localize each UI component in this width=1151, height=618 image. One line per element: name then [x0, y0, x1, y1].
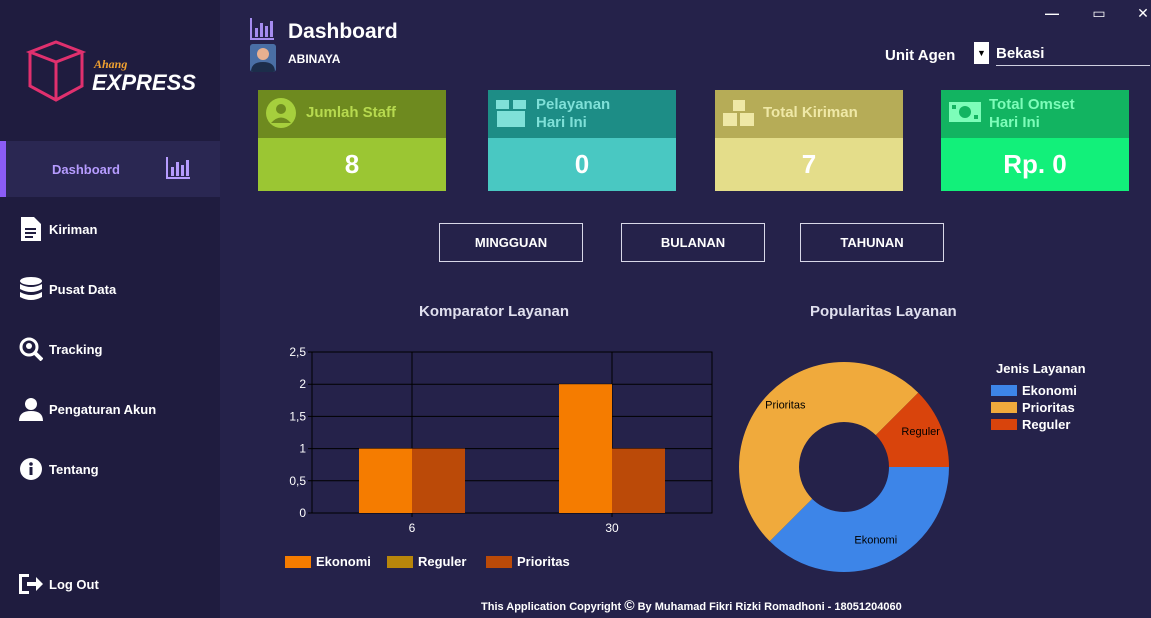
y-tick-label: 1,5 — [289, 409, 306, 423]
pie-slice-label: Reguler — [901, 426, 940, 438]
legend-swatch — [486, 556, 512, 568]
logout-button[interactable]: Log Out — [0, 556, 220, 612]
legend-swatch — [285, 556, 311, 568]
card-title-line1: Pelayanan — [536, 96, 611, 113]
card-title: Pelayanan Hari Ini — [536, 96, 610, 132]
copyright-icon: © — [624, 597, 635, 613]
mingguan-button[interactable]: MINGGUAN — [439, 223, 583, 262]
pie-slice-label: Ekonomi — [854, 535, 897, 547]
close-button[interactable]: ✕ — [1133, 4, 1151, 22]
y-tick-label: 0 — [299, 506, 306, 520]
sidebar-item-tracking[interactable]: Tracking — [0, 321, 220, 377]
info-icon — [18, 456, 44, 482]
pie-legend-label: Prioritas — [1022, 400, 1075, 415]
legend-swatch — [387, 556, 413, 568]
card-value: 0 — [488, 138, 676, 191]
sidebar-item-label: Kiriman — [49, 221, 98, 237]
pie-legend-swatch — [991, 402, 1017, 413]
y-tick-label: 2 — [299, 377, 306, 391]
legend-label: Reguler — [418, 554, 466, 569]
pie-legend-label: Ekonomi — [1022, 383, 1077, 398]
sidebar-item-kiriman[interactable]: Kiriman — [0, 201, 220, 257]
sidebar-item-label: Pengaturan Akun — [49, 401, 157, 417]
database-icon — [18, 276, 44, 302]
footer-copyright: This Application Copyright © By Muhamad … — [481, 597, 902, 613]
sidebar-item-label: Tracking — [49, 341, 103, 357]
footer-text-after: By Muhamad Fikri Rizki Romadhoni - 18051… — [634, 601, 902, 613]
sidebar-item-pengaturan-akun[interactable]: Pengaturan Akun — [0, 381, 220, 437]
box-icon — [496, 100, 526, 127]
page-title: Dashboard — [288, 20, 398, 43]
sidebar-item-dashboard[interactable]: Dashboard — [0, 141, 220, 197]
bulanan-button[interactable]: BULANAN — [621, 223, 765, 262]
logout-icon — [18, 571, 44, 597]
pie-legend-label: Reguler — [1022, 417, 1070, 432]
card-value: Rp. 0 — [941, 138, 1129, 191]
user-icon — [18, 396, 44, 422]
card-jumlah-staff: Jumlah Staff 8 — [258, 90, 446, 191]
legend-label: Prioritas — [517, 554, 570, 569]
express-logo: Ahang EXPRESS — [25, 40, 196, 102]
sidebar-item-label: Tentang — [49, 461, 99, 477]
bar-chart-title: Komparator Layanan — [419, 303, 570, 320]
card-total-omset: Total Omset Hari Ini Rp. 0 — [941, 90, 1129, 191]
sidebar-item-label: Pusat Data — [49, 281, 117, 297]
card-value: 8 — [258, 138, 446, 191]
unit-dropdown-button[interactable]: ▼ — [974, 42, 989, 64]
user-circle-icon — [266, 98, 296, 128]
y-tick-label: 0,5 — [289, 474, 306, 488]
pie-chart: Ekonomi Prioritas Reguler Jenis Layanan Ekon… — [739, 361, 1086, 572]
location-search-icon — [18, 336, 44, 362]
pie-chart-title: Popularitas Layanan — [810, 303, 957, 320]
unit-agen-select[interactable]: Bekasi — [996, 45, 1150, 66]
chevron-down-icon: ▼ — [977, 48, 986, 58]
dashboard-chart-icon — [250, 18, 274, 40]
tahunan-button[interactable]: TAHUNAN — [800, 223, 944, 262]
brand-small: Ahang — [93, 57, 127, 71]
bar-prioritas — [612, 448, 665, 513]
avatar — [250, 44, 276, 72]
unit-agen-label: Unit Agen — [885, 47, 956, 64]
sidebar-item-label: Dashboard — [52, 161, 120, 177]
bar-ekonomi — [359, 448, 412, 513]
card-pelayanan-hari-ini: Pelayanan Hari Ini 0 — [488, 90, 676, 191]
user-name: ABINAYA — [288, 52, 341, 66]
pie-slice-label: Prioritas — [765, 399, 806, 411]
x-tick-label: 6 — [409, 521, 416, 535]
bar-ekonomi — [559, 384, 612, 513]
card-title-line2: Hari Ini — [989, 114, 1040, 131]
card-total-kiriman: Total Kiriman 7 — [715, 90, 903, 191]
sidebar-item-pusat-data[interactable]: Pusat Data — [0, 261, 220, 317]
card-title: Total Omset Hari Ini — [989, 96, 1075, 132]
card-title: Total Kiriman — [763, 104, 858, 121]
sidebar-item-tentang[interactable]: Tentang — [0, 441, 220, 497]
x-tick-label: 30 — [605, 521, 619, 535]
card-title-line2: Hari Ini — [536, 114, 587, 131]
pie-legend-swatch — [991, 385, 1017, 396]
boxes-icon — [723, 100, 754, 126]
y-tick-label: 1 — [299, 442, 306, 456]
maximize-button[interactable]: ▭ — [1089, 4, 1109, 22]
pie-legend-swatch — [991, 419, 1017, 430]
minimize-button[interactable]: — — [1042, 4, 1062, 22]
sidebar: Ahang EXPRESS Dashboard Kiriman Pusat Da… — [0, 0, 220, 618]
bar-prioritas — [412, 448, 465, 513]
card-title: Jumlah Staff — [306, 104, 397, 121]
bar-chart-icon — [166, 157, 190, 179]
legend-label: Ekonomi — [316, 554, 371, 569]
document-icon — [18, 216, 44, 242]
card-title-line1: Total Omset — [989, 96, 1075, 113]
brand-large: EXPRESS — [92, 70, 196, 95]
pie-legend-title: Jenis Layanan — [996, 361, 1086, 376]
logout-label: Log Out — [49, 576, 99, 592]
money-icon — [949, 102, 981, 122]
card-value: 7 — [715, 138, 903, 191]
y-tick-label: 2,5 — [289, 345, 306, 359]
footer-text-before: This Application Copyright — [481, 601, 622, 613]
bar-chart: 0 0,5 1 1,5 2 2,5 6 30 Ekonomi Reguler Prioritas — [285, 345, 713, 569]
